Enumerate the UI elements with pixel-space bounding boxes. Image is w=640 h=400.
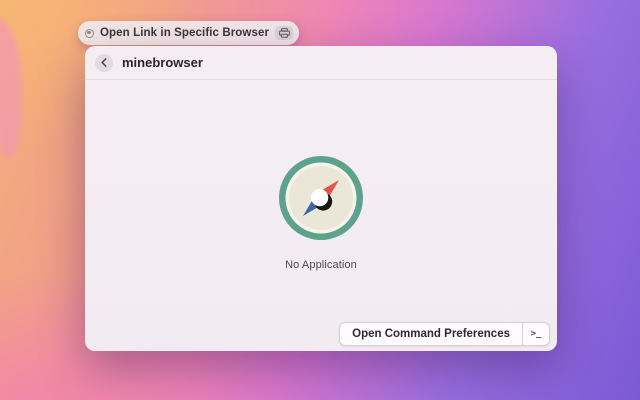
open-command-preferences-label: Open Command Preferences [352,328,510,340]
terminal-prompt-icon: >_ [530,329,542,339]
empty-state: No Application [85,80,557,351]
chevron-left-icon [101,58,107,67]
command-pill-label: Open Link in Specific Browser [100,27,270,39]
desktop: { "pill": { "label": "Open Link in Speci… [0,0,640,400]
open-command-preferences-button[interactable]: Open Command Preferences >_ [339,322,550,346]
printer-icon [278,28,290,38]
wallpaper-blob [0,17,27,159]
compass-icon [279,156,363,240]
back-button[interactable] [95,53,113,72]
panel-header: minebrowser [85,46,557,80]
printer-badge [275,26,294,40]
command-pill[interactable]: Open Link in Specific Browser [78,21,300,45]
ring-icon [85,28,94,38]
search-query-text: minebrowser [122,55,203,70]
browser-picker-window: minebrowser No Application Open Command … [85,46,557,351]
empty-state-message: No Application [285,259,357,271]
